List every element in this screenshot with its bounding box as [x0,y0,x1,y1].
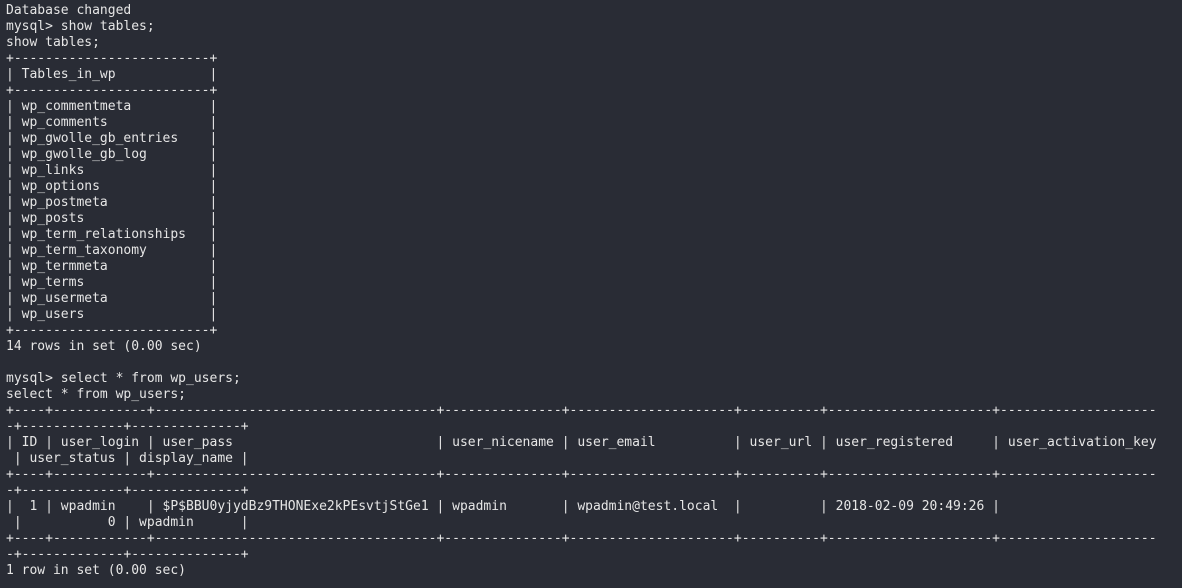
terminal-window[interactable]: Database changed mysql> show tables; sho… [0,0,1182,588]
table-border: +-------------------------+ [6,83,218,98]
table-row: | wp_gwolle_gb_entries | [6,131,218,146]
table-row-wrap: | 0 | wpadmin | [6,515,249,530]
table-row: | wp_users | [6,307,218,322]
table-row: | wp_options | [6,179,218,194]
table-row: | wp_gwolle_gb_log | [6,147,218,162]
result-summary: 1 row in set (0.00 sec) [6,563,187,578]
table-border: +----+------------+---------------------… [6,403,1157,418]
table-border: +-------------------------+ [6,323,218,338]
table-row: | wp_terms | [6,275,218,290]
table-header: | ID | user_login | user_pass | user_nic… [6,435,1157,450]
table-row: | 1 | wpadmin | $P$BBU0yjydBz9THONExe2kP… [6,499,1000,514]
table-row: | wp_postmeta | [6,195,218,210]
table-row: | wp_commentmeta | [6,99,218,114]
table-border-wrap: -+-------------+--------------+ [6,547,249,562]
table-border: +----+------------+---------------------… [6,467,1157,482]
output-line: Database changed [6,3,132,18]
table-border: +-------------------------+ [6,51,218,66]
table-row: | wp_termmeta | [6,259,218,274]
table-border-wrap: -+-------------+--------------+ [6,419,249,434]
table-border: +----+------------+---------------------… [6,531,1157,546]
table-border-wrap: -+-------------+--------------+ [6,483,249,498]
prompt-line: mysql> select * from wp_users; [6,371,241,386]
table-header: | Tables_in_wp | [6,67,218,82]
result-summary: 14 rows in set (0.00 sec) [6,339,202,354]
table-row: | wp_term_taxonomy | [6,243,218,258]
echo-line: select * from wp_users; [6,387,187,402]
table-header-wrap: | user_status | display_name | [6,451,249,466]
table-row: | wp_term_relationships | [6,227,218,242]
echo-line: show tables; [6,35,100,50]
prompt-line: mysql> show tables; [6,19,155,34]
table-row: | wp_posts | [6,211,218,226]
table-row: | wp_usermeta | [6,291,218,306]
table-row: | wp_links | [6,163,218,178]
table-row: | wp_comments | [6,115,218,130]
